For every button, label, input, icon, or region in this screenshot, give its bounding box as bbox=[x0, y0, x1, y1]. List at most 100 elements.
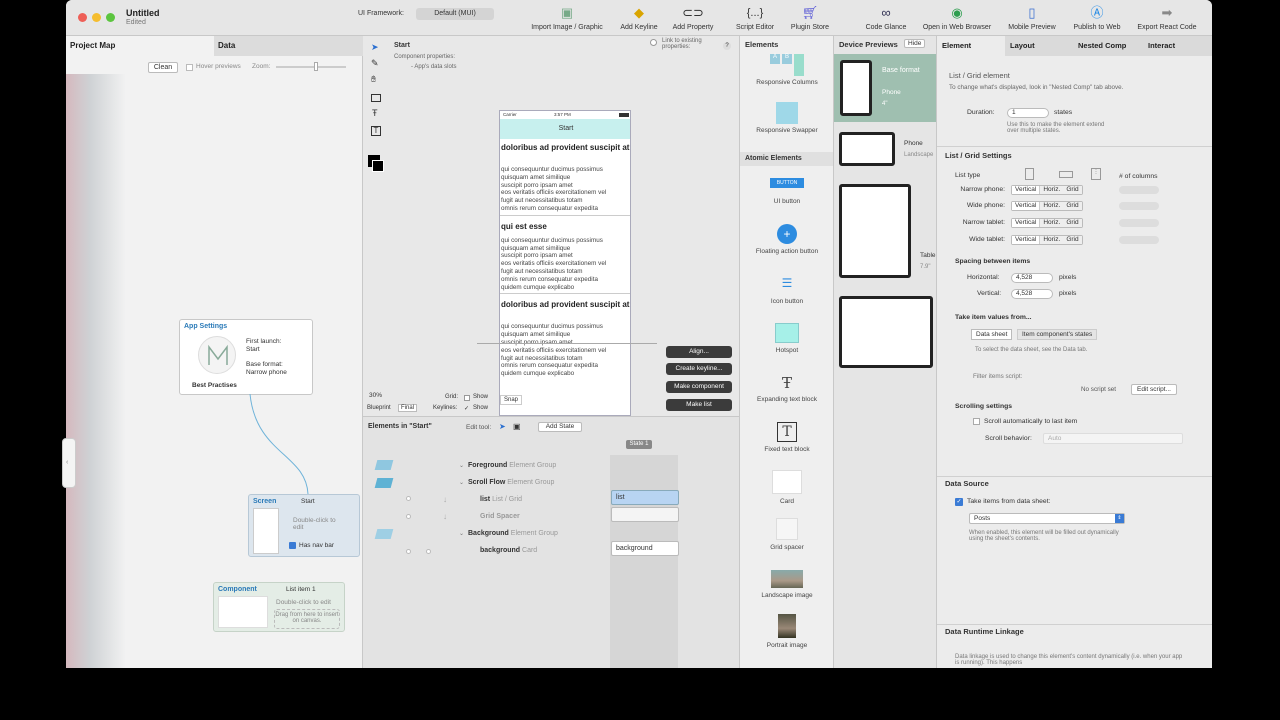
hand-tool-icon[interactable]: ✋︎ bbox=[371, 74, 376, 85]
wide-phone-columns[interactable] bbox=[1119, 202, 1159, 210]
add-state-button[interactable]: Add State bbox=[538, 422, 582, 432]
final-tab[interactable]: Final bbox=[398, 404, 418, 412]
vertical-spacing-stepper[interactable]: 4,528 bbox=[1011, 289, 1053, 299]
add-property-button[interactable]: ⊂⊃ Add Property bbox=[668, 4, 718, 31]
palette-fixed-text-block[interactable]: T Fixed text block bbox=[740, 422, 834, 453]
data-sheet-select[interactable]: Posts ⇕ bbox=[969, 513, 1125, 524]
tab-project-map[interactable]: Project Map bbox=[66, 36, 214, 56]
narrow-tablet-list-type[interactable]: Vertical Horiz. Grid bbox=[1011, 218, 1083, 228]
chevron-down-icon[interactable]: ⌄ bbox=[459, 479, 464, 486]
script-editor-button[interactable]: {...} Script Editor bbox=[730, 4, 780, 31]
palette-grid-spacer[interactable]: Grid spacer bbox=[740, 518, 834, 551]
palette-floating-action-button[interactable]: + Floating action button bbox=[740, 224, 834, 255]
scroll-behavior-select[interactable]: Auto bbox=[1043, 433, 1183, 444]
component-states-button[interactable]: Item component's states bbox=[1017, 329, 1098, 340]
palette-hotspot[interactable]: Hotspot bbox=[740, 323, 834, 354]
palette-ui-button[interactable]: BUTTON UI button bbox=[740, 178, 834, 205]
plugin-store-button[interactable]: 🛒︎ Plugin Store bbox=[786, 4, 834, 31]
make-list-button[interactable]: Make list bbox=[666, 399, 732, 411]
screen-node[interactable]: Screen Start Double-click to edit Has na… bbox=[248, 494, 360, 557]
rectangle-tool-icon[interactable] bbox=[371, 94, 381, 102]
narrow-phone-columns[interactable] bbox=[1119, 186, 1159, 194]
horizontal-spacing-stepper[interactable]: 4,528 bbox=[1011, 273, 1053, 283]
stroke-color-swatch[interactable] bbox=[372, 160, 384, 172]
snap-toggle[interactable]: Snap bbox=[500, 395, 523, 405]
row-background-group[interactable]: Background Element Group bbox=[468, 530, 558, 537]
palette-responsive-columns[interactable]: AB Responsive Columns bbox=[740, 54, 834, 86]
keyline-guide[interactable] bbox=[477, 343, 657, 344]
tab-nested-comp[interactable]: Nested Comp bbox=[1073, 36, 1143, 56]
nav-bar-checkbox[interactable] bbox=[289, 542, 296, 549]
grid-show-checkbox[interactable] bbox=[464, 395, 470, 401]
align-button[interactable]: Align... bbox=[666, 346, 732, 358]
visibility-dot[interactable] bbox=[406, 514, 411, 519]
zoom-slider[interactable] bbox=[276, 66, 346, 68]
phone-preview[interactable]: Carrier 3:57 PM Start doloribus ad provi… bbox=[499, 110, 631, 416]
row-scroll-flow[interactable]: Scroll Flow Element Group bbox=[468, 479, 554, 486]
keylines-show-checkbox[interactable]: ✓ bbox=[464, 405, 469, 412]
hover-previews-checkbox[interactable] bbox=[186, 64, 193, 71]
visibility-dot[interactable] bbox=[406, 496, 411, 501]
minimize-window-button[interactable] bbox=[92, 13, 101, 22]
clean-button[interactable]: Clean bbox=[148, 62, 178, 73]
tab-data[interactable]: Data bbox=[214, 36, 363, 56]
mobile-preview-button[interactable]: ▯ Mobile Preview bbox=[1004, 4, 1060, 31]
row-foreground[interactable]: Foreground Element Group bbox=[468, 462, 556, 469]
narrow-tablet-columns[interactable] bbox=[1119, 219, 1159, 227]
wide-tablet-list-type[interactable]: Vertical Horiz. Grid bbox=[1011, 235, 1083, 245]
scroll-auto-checkbox[interactable] bbox=[973, 418, 980, 425]
open-in-browser-button[interactable]: ◉ Open in Web Browser bbox=[917, 4, 997, 31]
zoom-slider-thumb[interactable] bbox=[314, 62, 318, 71]
help-icon[interactable]: ? bbox=[723, 42, 731, 50]
state-cell-grid-spacer[interactable] bbox=[611, 507, 679, 522]
component-node[interactable]: Component List item 1 Double-click to ed… bbox=[213, 582, 345, 632]
state-cell-background[interactable]: background bbox=[611, 541, 679, 556]
publish-to-web-button[interactable]: Ⓐ Publish to Web bbox=[1068, 4, 1126, 31]
take-items-checkbox[interactable]: ✓ bbox=[955, 498, 963, 506]
code-glance-button[interactable]: ∞ Code Glance bbox=[861, 4, 911, 31]
device-thumb-landscape[interactable] bbox=[839, 132, 895, 166]
row-grid-spacer[interactable]: Grid Spacer bbox=[480, 513, 520, 520]
text-cursor-tool-icon[interactable]: Ŧ bbox=[372, 108, 378, 118]
palette-portrait-image[interactable]: Portrait image bbox=[740, 614, 834, 649]
select-tool-icon[interactable]: ➤ bbox=[499, 422, 506, 431]
row-background[interactable]: background Card bbox=[480, 547, 537, 554]
wide-tablet-columns[interactable] bbox=[1119, 236, 1159, 244]
device-thumb-tablet[interactable] bbox=[839, 184, 911, 278]
make-component-button[interactable]: Make component bbox=[666, 381, 732, 393]
zoom-percentage[interactable]: 30% bbox=[369, 392, 382, 399]
duration-stepper[interactable]: 1 bbox=[1007, 108, 1049, 118]
palette-expanding-text-block[interactable]: Ŧ Expanding text block bbox=[740, 374, 834, 403]
tab-element[interactable]: Element bbox=[937, 36, 1005, 56]
pen-tool-icon[interactable]: ✎ bbox=[371, 58, 379, 69]
wide-phone-list-type[interactable]: Vertical Horiz. Grid bbox=[1011, 201, 1083, 211]
palette-icon-button[interactable]: ☰ Icon button bbox=[740, 276, 834, 305]
device-thumb-tablet-landscape[interactable] bbox=[839, 296, 933, 368]
export-react-code-button[interactable]: ➡ Export React Code bbox=[1132, 4, 1202, 31]
chevron-down-icon[interactable]: ⌄ bbox=[459, 530, 464, 537]
add-keyline-button[interactable]: ◆ Add Keyline bbox=[616, 4, 662, 31]
link-toggle[interactable] bbox=[650, 39, 657, 46]
ui-framework-select[interactable]: Default (MUI) bbox=[416, 8, 494, 20]
tab-interact[interactable]: Interact bbox=[1143, 36, 1212, 56]
camera-tool-icon[interactable]: ▣ bbox=[513, 422, 521, 431]
data-sheet-button[interactable]: Data sheet bbox=[971, 329, 1013, 340]
state-1-header[interactable]: State 1 bbox=[626, 440, 652, 449]
palette-card[interactable]: Card bbox=[740, 470, 834, 505]
narrow-phone-list-type[interactable]: Vertical Horiz. Grid bbox=[1011, 185, 1083, 195]
palette-landscape-image[interactable]: Landscape image bbox=[740, 570, 834, 599]
hide-previews-button[interactable]: Hide bbox=[904, 39, 926, 48]
drag-to-canvas-handle[interactable]: Drag from here to insert on canvas. bbox=[274, 609, 340, 629]
pointer-tool-icon[interactable]: ➤ bbox=[371, 42, 379, 53]
palette-responsive-swapper[interactable]: Responsive Swapper bbox=[740, 102, 834, 134]
zoom-window-button[interactable] bbox=[106, 13, 115, 22]
visibility-dot[interactable] bbox=[406, 549, 411, 554]
sidebar-collapse-handle[interactable]: ‹ bbox=[62, 438, 76, 488]
text-block-tool-icon[interactable]: T bbox=[371, 126, 381, 136]
chevron-down-icon[interactable]: ⌄ bbox=[459, 462, 464, 469]
lock-dot[interactable] bbox=[426, 549, 431, 554]
blueprint-tab[interactable]: Blueprint bbox=[367, 405, 391, 411]
tab-layout[interactable]: Layout bbox=[1005, 36, 1073, 56]
row-list[interactable]: list List / Grid bbox=[480, 496, 522, 503]
app-settings-node[interactable]: App Settings First launch: Start Base fo… bbox=[179, 319, 313, 395]
